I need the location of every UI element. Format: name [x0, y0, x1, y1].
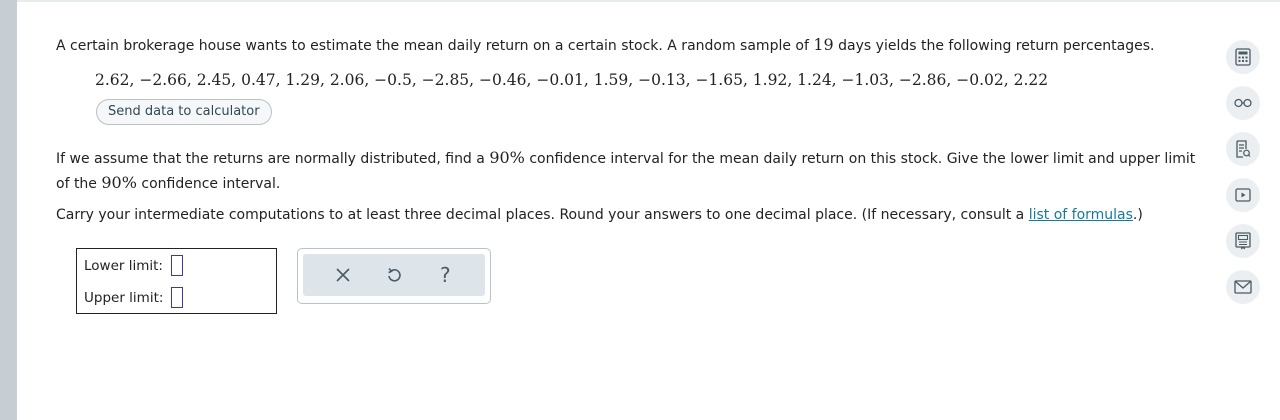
help-button[interactable]: ?	[430, 260, 460, 290]
calculator-icon	[1235, 48, 1251, 66]
upper-limit-input[interactable]	[171, 287, 184, 308]
rounding-instructions: Carry your intermediate computations to …	[56, 204, 1143, 226]
video-icon	[1235, 188, 1251, 202]
upper-limit-row: Upper limit:	[84, 287, 184, 308]
left-edge-bar	[0, 0, 17, 420]
intro-before: A certain brokerage house wants to estim…	[56, 38, 809, 54]
lower-limit-label: Lower limit:	[84, 257, 163, 274]
top-divider	[17, 0, 1280, 2]
carry-text: Carry your intermediate computations to …	[56, 207, 1025, 223]
textbook-icon	[1235, 232, 1251, 250]
sample-size: 19	[813, 35, 834, 54]
glasses-icon	[1234, 98, 1252, 108]
carry-end: .)	[1132, 207, 1143, 223]
upper-limit-label: Upper limit:	[84, 289, 164, 306]
send-data-button[interactable]: Send data to calculator	[96, 99, 272, 125]
video-button[interactable]	[1226, 178, 1260, 212]
notes-icon	[1236, 140, 1251, 158]
calculator-button[interactable]	[1226, 40, 1260, 74]
answer-tools: ?	[297, 248, 491, 304]
undo-button[interactable]	[379, 260, 409, 290]
help-icon: ?	[440, 263, 451, 287]
confidence-level-2: 90%	[101, 173, 137, 192]
lower-limit-row: Lower limit:	[84, 255, 183, 276]
mail-icon	[1234, 280, 1252, 294]
question-body: If we assume that the returns are normal…	[56, 146, 1206, 196]
lower-limit-input[interactable]	[170, 255, 183, 276]
confidence-level: 90%	[489, 148, 525, 167]
body-part3: confidence interval.	[141, 176, 281, 192]
body-part1: If we assume that the returns are normal…	[56, 151, 485, 167]
clear-button[interactable]	[328, 260, 358, 290]
intro-after: days yields the following return percent…	[838, 38, 1155, 54]
reader-button[interactable]	[1226, 86, 1260, 120]
textbook-button[interactable]	[1226, 224, 1260, 258]
answer-tools-inner: ?	[303, 254, 485, 296]
undo-icon	[388, 267, 401, 282]
answer-box: Lower limit: Upper limit:	[76, 248, 277, 314]
notes-button[interactable]	[1226, 132, 1260, 166]
dataset-values: 2.62, −2.66, 2.45, 0.47, 1.29, 2.06, −0.…	[95, 71, 1049, 89]
question-intro: A certain brokerage house wants to estim…	[56, 35, 1155, 56]
close-icon	[336, 268, 350, 282]
formulas-link[interactable]: list of formulas	[1029, 207, 1133, 223]
message-button[interactable]	[1226, 270, 1260, 304]
